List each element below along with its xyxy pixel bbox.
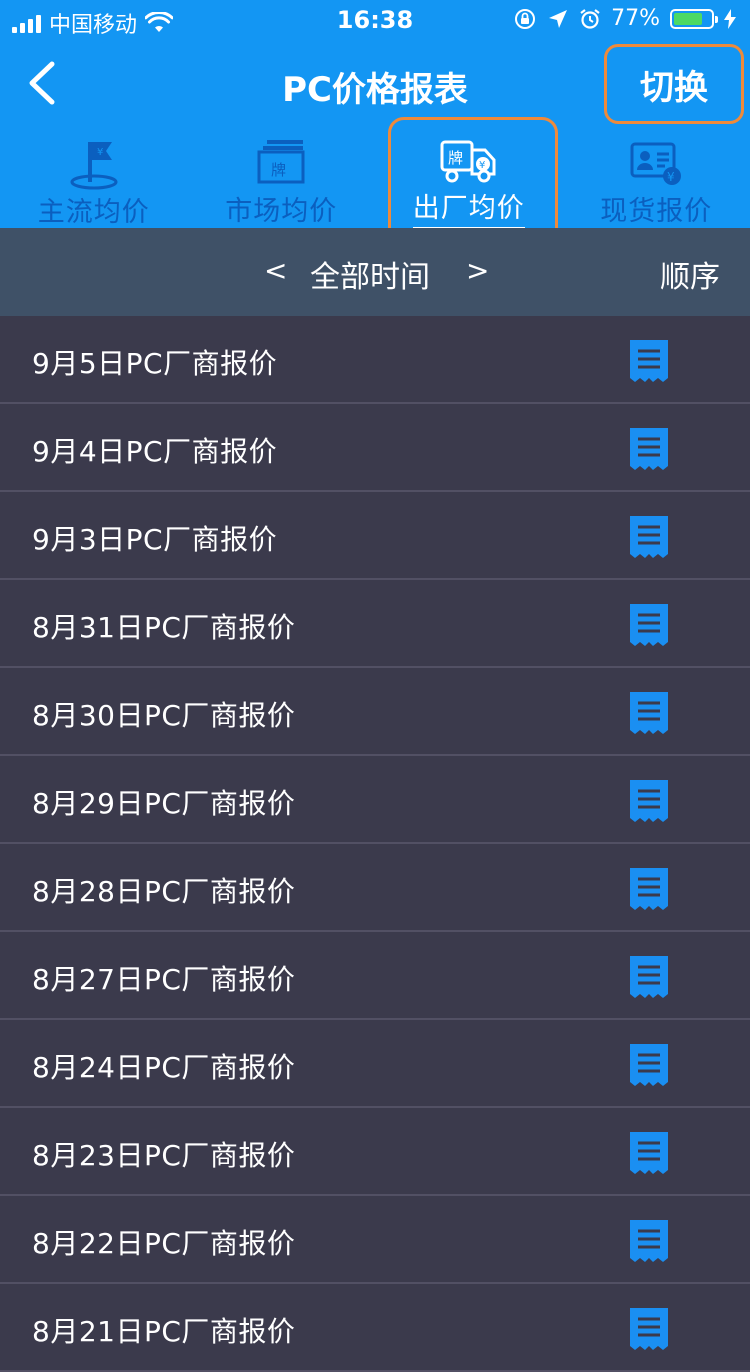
- report-title: 9月4日PC厂商报价: [32, 430, 277, 470]
- report-title: 8月23日PC厂商报价: [32, 1134, 295, 1174]
- tab-mainstream-average[interactable]: ¥ 主流均价: [0, 130, 188, 228]
- brand-board-icon: 牌: [253, 138, 309, 188]
- flag-yuan-icon: ¥: [66, 136, 122, 190]
- status-right: 77%: [513, 6, 736, 31]
- charging-bolt-icon: [724, 9, 736, 29]
- tab-label: 主流均价: [38, 190, 150, 229]
- list-item[interactable]: 8月21日PC厂商报价: [0, 1284, 750, 1372]
- report-title: 8月24日PC厂商报价: [32, 1046, 295, 1086]
- document-icon[interactable]: [628, 1130, 670, 1176]
- report-title: 8月31日PC厂商报价: [32, 606, 295, 646]
- report-title: 9月3日PC厂商报价: [32, 518, 277, 558]
- svg-text:牌: 牌: [271, 161, 286, 179]
- list-item[interactable]: 8月27日PC厂商报价: [0, 932, 750, 1020]
- list-item[interactable]: 9月3日PC厂商报价: [0, 492, 750, 580]
- document-icon[interactable]: [628, 1218, 670, 1264]
- list-item[interactable]: 9月5日PC厂商报价: [0, 316, 750, 404]
- document-icon[interactable]: [628, 954, 670, 1000]
- tab-spot-quote[interactable]: ¥ 现货报价: [563, 130, 750, 228]
- report-list: 9月5日PC厂商报价 9月4日PC厂商报价 9月3日PC厂商报价 8月31日PC…: [0, 316, 750, 1372]
- list-item[interactable]: 8月23日PC厂商报价: [0, 1108, 750, 1196]
- battery-fill: [674, 13, 702, 25]
- document-icon[interactable]: [628, 778, 670, 824]
- navigation-bar: PC价格报表 切换: [0, 40, 750, 130]
- list-item[interactable]: 8月24日PC厂商报价: [0, 1020, 750, 1108]
- tab-market-average[interactable]: 牌 市场均价: [188, 130, 376, 228]
- id-card-yuan-icon: ¥: [628, 138, 684, 188]
- svg-text:¥: ¥: [667, 170, 675, 184]
- sort-order-button[interactable]: 顺序: [660, 252, 720, 296]
- time-filter-bar: < 全部时间 > 顺序: [0, 228, 750, 316]
- document-icon[interactable]: [628, 866, 670, 912]
- next-period-button[interactable]: >: [466, 254, 489, 287]
- report-title: 8月21日PC厂商报价: [32, 1310, 295, 1350]
- chevron-left-icon[interactable]: [22, 60, 62, 106]
- report-title: 8月27日PC厂商报价: [32, 958, 295, 998]
- report-title: 8月30日PC厂商报价: [32, 694, 295, 734]
- tab-label: 现货报价: [600, 189, 712, 228]
- battery-icon: [670, 9, 714, 29]
- battery-percent: 77%: [611, 6, 660, 31]
- document-icon[interactable]: [628, 426, 670, 472]
- document-icon[interactable]: [628, 690, 670, 736]
- document-icon[interactable]: [628, 338, 670, 384]
- list-item[interactable]: 9月4日PC厂商报价: [0, 404, 750, 492]
- location-arrow-icon: [547, 8, 569, 30]
- list-item[interactable]: 8月28日PC厂商报价: [0, 844, 750, 932]
- alarm-icon: [579, 8, 601, 30]
- document-icon[interactable]: [628, 1306, 670, 1352]
- list-item[interactable]: 8月30日PC厂商报价: [0, 668, 750, 756]
- tab-bar: ¥ 主流均价 牌 市场均价 牌 ¥ 出厂: [0, 130, 750, 228]
- document-icon[interactable]: [628, 514, 670, 560]
- report-title: 8月29日PC厂商报价: [32, 782, 295, 822]
- document-icon[interactable]: [628, 602, 670, 648]
- status-bar: 中国移动 16:38 77%: [0, 0, 750, 40]
- tab-label: 市场均价: [225, 189, 337, 228]
- report-title: 9月5日PC厂商报价: [32, 342, 277, 382]
- previous-period-button[interactable]: <: [264, 254, 287, 287]
- list-item[interactable]: 8月31日PC厂商报价: [0, 580, 750, 668]
- list-item[interactable]: 8月22日PC厂商报价: [0, 1196, 750, 1284]
- list-item[interactable]: 8月29日PC厂商报价: [0, 756, 750, 844]
- report-title: 8月28日PC厂商报价: [32, 870, 295, 910]
- svg-text:¥: ¥: [97, 147, 103, 158]
- time-range-label[interactable]: 全部时间: [310, 252, 430, 296]
- document-icon[interactable]: [628, 1042, 670, 1088]
- switch-button[interactable]: 切换: [604, 44, 744, 124]
- report-title: 8月22日PC厂商报价: [32, 1222, 295, 1262]
- orientation-lock-icon: [513, 7, 537, 31]
